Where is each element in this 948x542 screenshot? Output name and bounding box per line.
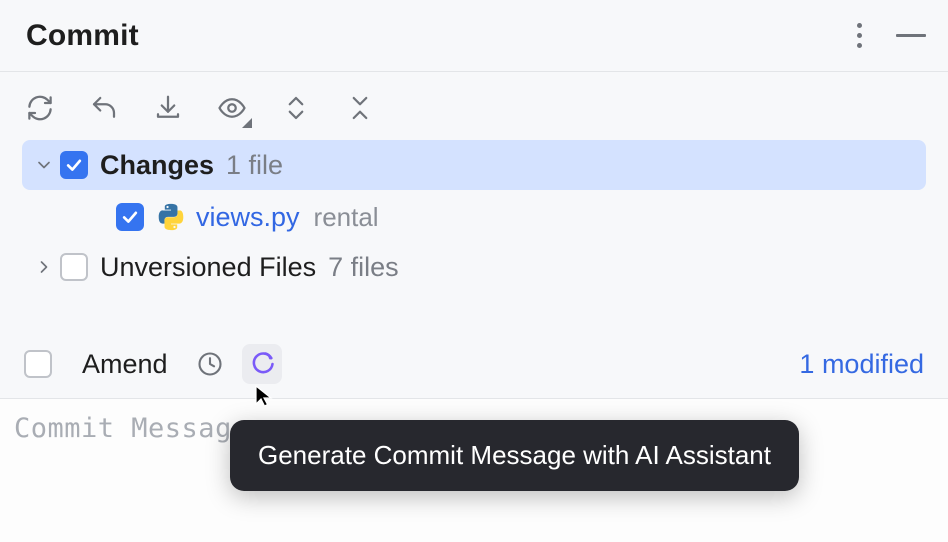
file-row[interactable]: views.py rental: [22, 192, 926, 242]
minimize-button[interactable]: [896, 34, 926, 37]
more-options-icon[interactable]: [851, 17, 868, 54]
shelve-icon[interactable]: [150, 90, 186, 126]
expand-all-icon[interactable]: [278, 90, 314, 126]
ai-assistant-icon[interactable]: [242, 344, 282, 384]
preview-icon[interactable]: [214, 90, 250, 126]
file-name: views.py: [196, 202, 300, 233]
unversioned-label: Unversioned Files: [100, 252, 316, 283]
commit-toolbar: [0, 72, 948, 140]
changes-count: 1 file: [226, 150, 283, 181]
changes-checkbox[interactable]: [60, 151, 88, 179]
chevron-right-icon[interactable]: [28, 257, 60, 277]
changes-group-row[interactable]: Changes 1 file: [22, 140, 926, 190]
panel-title: Commit: [26, 19, 139, 53]
unversioned-count: 7 files: [328, 252, 399, 283]
ai-tooltip: Generate Commit Message with AI Assistan…: [230, 420, 799, 491]
python-file-icon: [156, 202, 186, 232]
amend-label: Amend: [82, 349, 168, 380]
changes-label: Changes: [100, 150, 214, 181]
file-path: rental: [314, 202, 379, 233]
amend-checkbox[interactable]: [24, 350, 52, 378]
chevron-down-icon[interactable]: [28, 155, 60, 175]
history-icon[interactable]: [190, 344, 230, 384]
unversioned-group-row[interactable]: Unversioned Files 7 files: [22, 242, 926, 292]
modified-count-link[interactable]: 1 modified: [799, 349, 924, 380]
file-checkbox[interactable]: [116, 203, 144, 231]
collapse-all-icon[interactable]: [342, 90, 378, 126]
refresh-icon[interactable]: [22, 90, 58, 126]
commit-message-placeholder: Commit Message: [14, 413, 249, 444]
unversioned-checkbox[interactable]: [60, 253, 88, 281]
rollback-icon[interactable]: [86, 90, 122, 126]
